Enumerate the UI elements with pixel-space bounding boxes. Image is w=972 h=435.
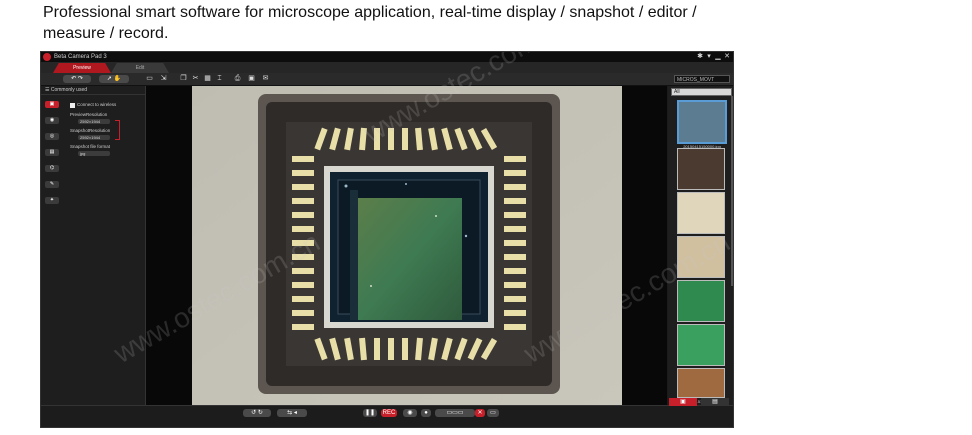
- playback-bar: ↺ ↻ ⇆ ◂ ❚❚ REC ◉ ● ▭▭▭ ✕ ▭ ▣ ▤: [41, 398, 733, 427]
- select-pan-button[interactable]: ➚ ✋: [99, 75, 129, 83]
- color-button[interactable]: ◎: [45, 133, 59, 140]
- thumbnail-item[interactable]: 20150415155001.jpg: [677, 368, 725, 404]
- panel-header: ☰ Commonly used: [41, 86, 145, 95]
- thumbnail-item[interactable]: 20150415154513.jpg: [677, 192, 725, 240]
- snapshot-button[interactable]: ◉: [403, 409, 417, 417]
- connect-wireless-checkbox[interactable]: [70, 103, 75, 108]
- record-button[interactable]: REC: [381, 409, 397, 417]
- view-mode-button[interactable]: ▭▭▭: [435, 409, 475, 417]
- zoom-controls-button[interactable]: ⇆ ◂: [277, 409, 307, 417]
- connect-wireless-label: Connect to wireless: [77, 102, 117, 107]
- main-toolbar: ↶ ↷ ➚ ✋ ▭ ⇲ ❐ ✂ ▦ ⌶ ⎙ ▣ ✉ MICROS_MOVT: [41, 73, 733, 86]
- ruler-icon[interactable]: ⌶: [215, 74, 224, 83]
- close-icon[interactable]: ✕: [724, 52, 730, 60]
- crop-icon[interactable]: ✂: [191, 74, 200, 83]
- left-settings-panel: ☰ Commonly used ▣ ◉ ◎ ▤ ⌬ ✎ ✦ Connect to…: [41, 86, 146, 405]
- rotate-button[interactable]: ↺ ↻: [243, 409, 271, 417]
- tab-edit[interactable]: Edit: [111, 63, 169, 73]
- pen-button[interactable]: ✎: [45, 181, 59, 188]
- thumbnail-filter-select[interactable]: All: [671, 88, 732, 96]
- settings-icon[interactable]: ✱: [697, 52, 703, 60]
- live-image-viewer[interactable]: [146, 86, 667, 405]
- help-icon[interactable]: ▾: [706, 52, 712, 60]
- camera-select[interactable]: MICROS_MOVT: [674, 75, 730, 83]
- tab-preview[interactable]: Preview: [53, 63, 111, 73]
- panel-header-label: Commonly used: [50, 87, 88, 93]
- tab-files[interactable]: ▤: [701, 398, 729, 406]
- microscope-app-window: Beta Camera Pad 3 ✱ ▾ ▁ ✕ Preview Edit ↶…: [40, 51, 734, 428]
- mode-tabs: Preview Edit: [41, 62, 733, 73]
- grid-icon[interactable]: ▦: [203, 74, 212, 83]
- app-logo-icon: [43, 53, 51, 61]
- snapshot-resolution-select[interactable]: 2592×1944: [78, 135, 110, 140]
- thumbnail-item[interactable]: 20150415150000.jpg: [677, 100, 727, 149]
- snapshot-format-select[interactable]: jpg: [78, 151, 110, 156]
- snapshot-format-label: Snapshot file format: [70, 144, 111, 149]
- copy-icon[interactable]: ❐: [179, 74, 188, 83]
- thumbnail-item[interactable]: 20150415153218.jpg: [677, 148, 725, 196]
- image-button[interactable]: ▤: [45, 149, 59, 156]
- page-caption: Professional smart software for microsco…: [43, 4, 697, 42]
- window-title: Beta Camera Pad 3: [54, 54, 107, 60]
- save-icon[interactable]: ▣: [247, 74, 256, 83]
- open-icon[interactable]: ⇲: [159, 74, 168, 83]
- thumbnail-item[interactable]: 20150415153205.jpg: [677, 236, 725, 284]
- open-folder-icon[interactable]: ▭: [145, 74, 154, 83]
- thumbnail-scrollbar[interactable]: [731, 96, 733, 286]
- title-bar: Beta Camera Pad 3 ✱ ▾ ▁ ✕: [41, 52, 733, 62]
- thumbnail-browser: All 20150415150000.jpg 20150415153218.jp…: [668, 86, 733, 405]
- microscope-chip-image: [192, 86, 622, 405]
- tab-browser[interactable]: ▣: [669, 398, 697, 406]
- exposure-button[interactable]: ◉: [45, 117, 59, 124]
- overlay-button[interactable]: ⌬: [45, 165, 59, 172]
- camera-settings-button[interactable]: ▣: [45, 101, 59, 108]
- fit-button[interactable]: ▭: [487, 409, 499, 417]
- eraser-button[interactable]: ✦: [45, 197, 59, 204]
- resolution-link-icon[interactable]: [115, 120, 120, 140]
- undo-redo-button[interactable]: ↶ ↷: [63, 75, 91, 83]
- thumbnail-item[interactable]: 20150415154716.jpg: [677, 324, 725, 372]
- thumbnail-item[interactable]: 20150415154714.jpg: [677, 280, 725, 328]
- snapshot-resolution-label: SnapshotResolution: [70, 128, 111, 133]
- stop-button[interactable]: ✕: [475, 409, 485, 417]
- print-icon[interactable]: ⎙: [233, 74, 242, 83]
- mail-icon[interactable]: ✉: [261, 74, 270, 83]
- minimize-icon[interactable]: ▁: [715, 52, 721, 60]
- pause-button[interactable]: ❚❚: [363, 409, 377, 417]
- capture-button[interactable]: ●: [421, 409, 431, 417]
- preview-resolution-label: PreviewResolution: [70, 112, 108, 117]
- preview-resolution-select[interactable]: 2592×1944: [78, 119, 110, 124]
